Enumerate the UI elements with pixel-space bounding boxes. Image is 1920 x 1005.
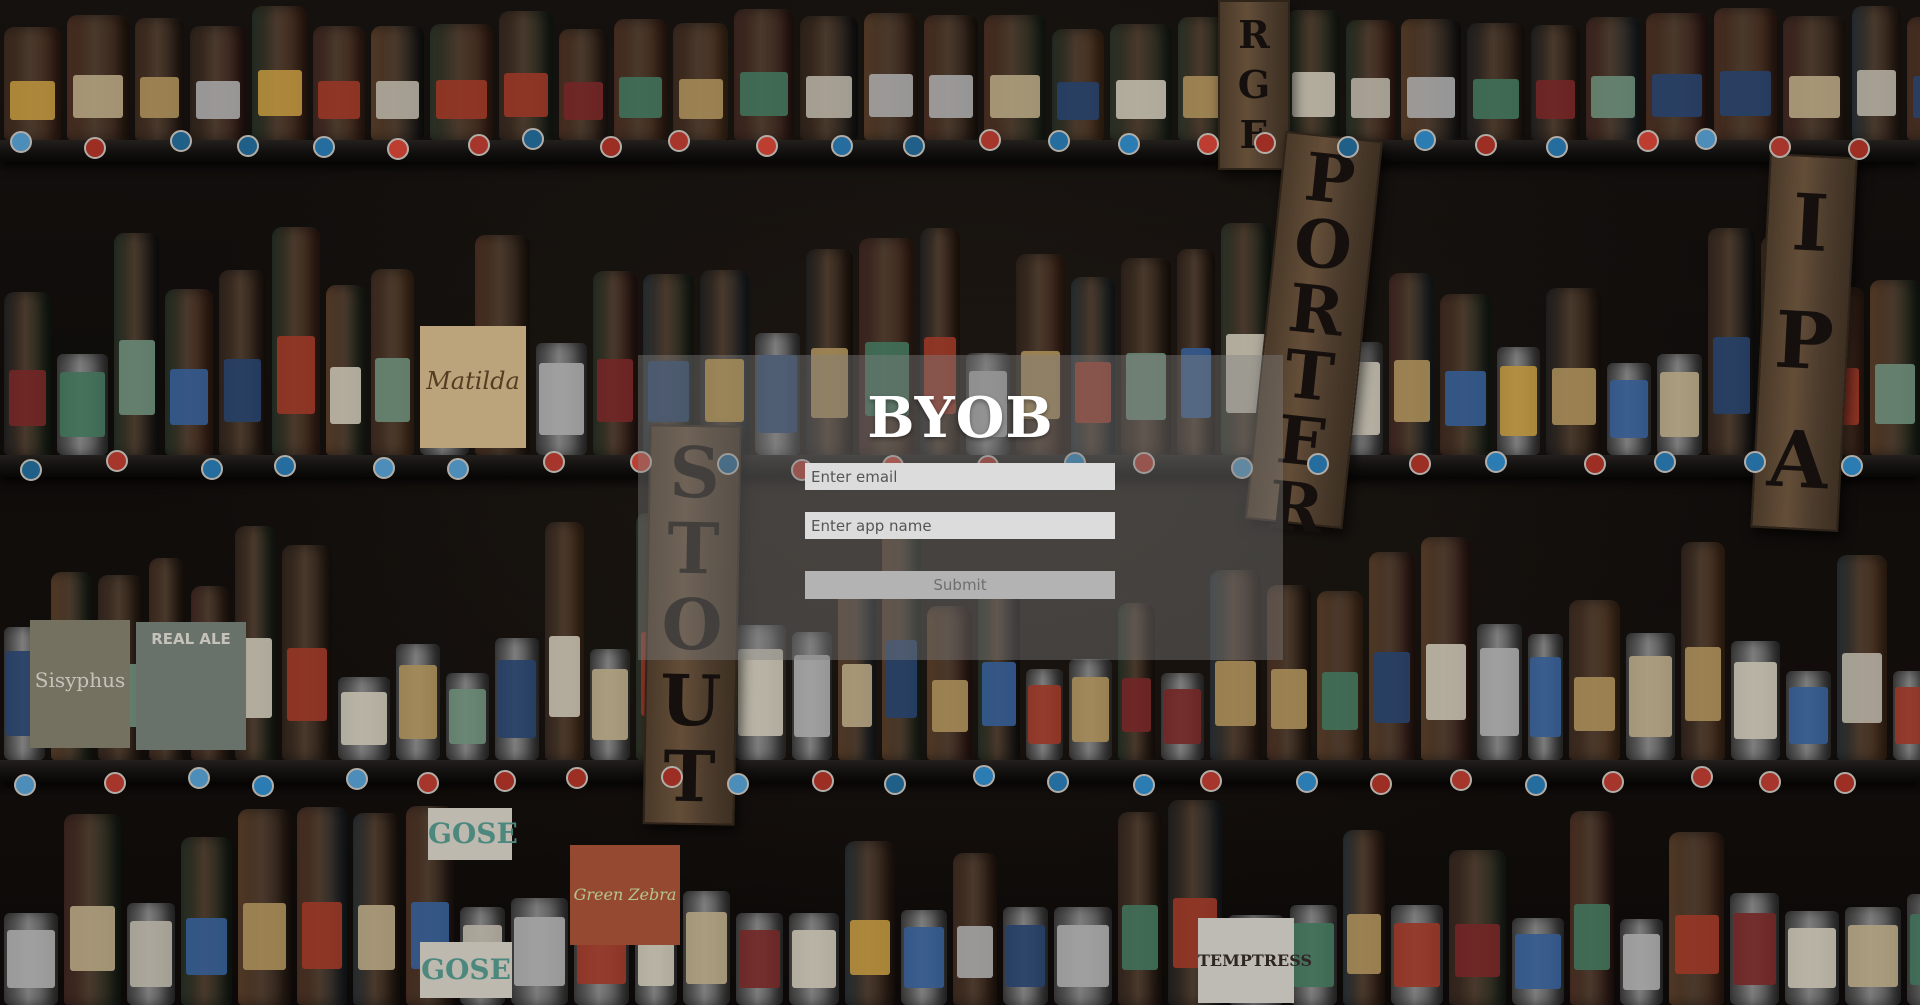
- submit-button[interactable]: Submit: [805, 571, 1115, 599]
- app-title: BYOB: [867, 385, 1054, 451]
- email-input[interactable]: [805, 463, 1115, 490]
- login-panel: BYOB Submit: [638, 355, 1283, 660]
- app-name-input[interactable]: [805, 512, 1115, 539]
